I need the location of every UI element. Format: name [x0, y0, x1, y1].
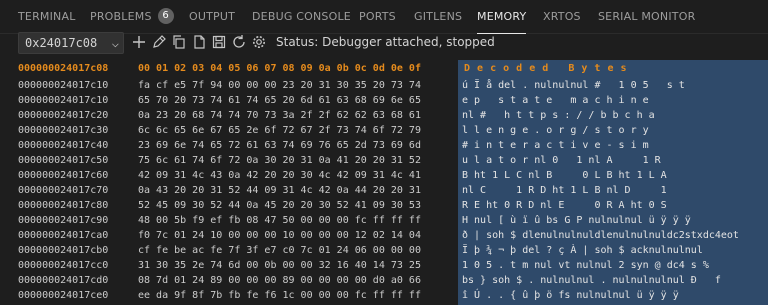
tab-gitlens[interactable]: GITLENS	[414, 0, 462, 33]
row-address: 000000024017cc0	[18, 260, 109, 271]
row-decoded-text[interactable]: l l e n g e . o r g / s t o r y	[462, 123, 649, 138]
row-decoded-text[interactable]: ú Ï å del . nulnulnul # 1 0 5 s t	[462, 78, 685, 93]
row-hex-bytes[interactable]: 0a 23 20 68 74 74 70 73 3a 2f 2f 62 62 6…	[138, 108, 421, 123]
tab-label: GITLENS	[414, 10, 463, 23]
row-hex-bytes[interactable]: fa cf e5 7f 94 00 00 00 23 20 31 30 35 2…	[138, 78, 421, 93]
tab-problems[interactable]: PROBLEMS 6	[90, 0, 174, 33]
row-hex-bytes[interactable]: cf fe be ac fe 7f 3f e7 c0 7c 01 24 06 0…	[138, 243, 421, 258]
address-value: 0x24017c08	[25, 36, 98, 50]
problems-count-badge: 6	[157, 8, 174, 24]
row-address: 000000024017c90	[18, 215, 109, 226]
tab-serial-monitor[interactable]: SERIAL MONITOR	[598, 0, 695, 33]
address-dropdown[interactable]: 0x24017c08 ⌵	[18, 32, 124, 54]
debugger-status: Status: Debugger attached, stopped	[276, 35, 495, 49]
open-file-icon[interactable]	[191, 34, 207, 50]
row-decoded-text[interactable]: 1 0 5 . t m nul vt nulnul 2 syn @ dc4 s …	[462, 258, 709, 273]
settings-icon[interactable]	[251, 34, 267, 50]
row-decoded-text[interactable]: B ht 1 L C nl B 0 L B ht 1 L A	[462, 168, 667, 183]
memory-view: 000000024017c08 00 01 02 03 04 05 06 07 …	[18, 60, 768, 305]
row-address: 000000024017c20	[18, 110, 109, 121]
tab-memory[interactable]: MEMORY	[477, 0, 527, 34]
row-hex-bytes[interactable]: 31 30 35 2e 74 6d 00 0b 00 00 32 16 40 1…	[138, 258, 421, 273]
row-address: 000000024017ca0	[18, 230, 109, 241]
row-decoded-text[interactable]: nl # h t t p s : / / b b c h a	[462, 108, 655, 123]
tab-label: PROBLEMS	[90, 10, 152, 23]
row-hex-bytes[interactable]: 08 7d 01 24 89 00 00 00 89 00 00 00 00 d…	[138, 273, 421, 288]
header-address: 000000024017c08	[18, 63, 109, 74]
row-address: 000000024017c40	[18, 140, 109, 151]
row-address: 000000024017c30	[18, 125, 109, 136]
row-hex-bytes[interactable]: 23 69 6e 74 65 72 61 63 74 69 76 65 2d 7…	[138, 138, 421, 153]
row-address: 000000024017c50	[18, 155, 109, 166]
row-decoded-text[interactable]: Ï þ ¾ ¬ þ del ? ç À | soh $ acknulnulnul	[462, 243, 703, 258]
decoded-header: D e c o d e d B y t e s	[464, 63, 628, 74]
tab-label: PORTS	[359, 10, 396, 23]
row-decoded-text[interactable]: nl C 1 R D ht 1 L B nl D 1	[462, 183, 667, 198]
row-decoded-text[interactable]: e p s t a t e m a c h i n e	[462, 93, 649, 108]
row-hex-bytes[interactable]: 65 70 20 73 74 61 74 65 20 6d 61 63 68 6…	[138, 93, 421, 108]
row-address: 000000024017c10	[18, 95, 109, 106]
header-byte-offsets: 00 01 02 03 04 05 06 07 08 09 0a 0b 0c 0…	[138, 63, 421, 74]
edit-icon[interactable]	[151, 34, 167, 50]
row-decoded-text[interactable]: bs } soh $ . nulnulnul . nulnulnulnul Ð …	[462, 273, 721, 288]
row-hex-bytes[interactable]: 0a 43 20 20 31 52 44 09 31 4c 42 0a 44 2…	[138, 183, 421, 198]
row-address: 000000024017cd0	[18, 275, 109, 286]
refresh-icon[interactable]	[231, 34, 247, 50]
tab-label: XRTOS	[543, 10, 581, 23]
row-hex-bytes[interactable]: 42 09 31 4c 43 0a 42 20 20 30 4c 42 09 3…	[138, 168, 421, 183]
chevron-down-icon: ⌵	[111, 36, 119, 50]
row-address: 000000024017c70	[18, 185, 109, 196]
tab-ports[interactable]: PORTS	[359, 0, 396, 33]
row-address: 000000024017c80	[18, 200, 109, 211]
row-decoded-text[interactable]: ð | soh $ dlenulnulnuldlenulnulnuldc2stx…	[462, 228, 739, 243]
row-hex-bytes[interactable]: f0 7c 01 24 10 00 00 00 10 00 00 00 12 0…	[138, 228, 421, 243]
tab-label: DEBUG CONSOLE	[252, 10, 351, 23]
row-hex-bytes[interactable]: 6c 6c 65 6e 67 65 2e 6f 72 67 2f 73 74 6…	[138, 123, 421, 138]
tab-terminal[interactable]: TERMINAL	[18, 0, 76, 33]
tab-output[interactable]: OUTPUT	[189, 0, 235, 33]
row-decoded-text[interactable]: u l a t o r nl 0 1 nl A 1 R	[462, 153, 661, 168]
row-decoded-text[interactable]: H nul [ ù ï û bs G P nulnulnul ü ÿ ÿ ÿ	[462, 213, 691, 228]
tab-debug-console[interactable]: DEBUG CONSOLE	[252, 0, 351, 33]
decoded-bytes-panel: D e c o d e d B y t e s ú Ï å del . nuln…	[458, 60, 768, 305]
save-icon[interactable]	[211, 34, 227, 50]
row-address: 000000024017c10	[18, 80, 109, 91]
tab-label: TERMINAL	[18, 10, 76, 23]
row-address: 000000024017ce0	[18, 290, 109, 301]
add-icon[interactable]	[131, 34, 147, 50]
tab-label: OUTPUT	[189, 10, 236, 23]
row-hex-bytes[interactable]: 75 6c 61 74 6f 72 0a 30 20 31 0a 41 20 2…	[138, 153, 421, 168]
row-hex-bytes[interactable]: ee da 9f 8f 7b fb fe f6 1c 00 00 00 fc f…	[138, 288, 421, 303]
tab-label: MEMORY	[477, 10, 527, 23]
row-hex-bytes[interactable]: 48 00 5b f9 ef fb 08 47 50 00 00 00 fc f…	[138, 213, 421, 228]
tab-label: SERIAL MONITOR	[598, 10, 696, 23]
row-decoded-text[interactable]: # i n t e r a c t i v e - s i m	[462, 138, 649, 153]
row-hex-bytes[interactable]: 52 45 09 30 52 44 0a 45 20 20 30 52 41 0…	[138, 198, 421, 213]
tab-xrtos[interactable]: XRTOS	[543, 0, 581, 33]
row-address: 000000024017cb0	[18, 245, 109, 256]
panel-tab-bar: TERMINAL PROBLEMS 6 OUTPUT DEBUG CONSOLE …	[0, 0, 768, 34]
copy-icon[interactable]	[171, 34, 187, 50]
row-address: 000000024017c60	[18, 170, 109, 181]
row-decoded-text[interactable]: R E ht 0 R D nl E 0 R A ht 0 S	[462, 198, 667, 213]
row-decoded-text[interactable]: î Ú . . { û þ ö fs nulnulnul ü ÿ ÿ ÿ	[462, 288, 679, 303]
